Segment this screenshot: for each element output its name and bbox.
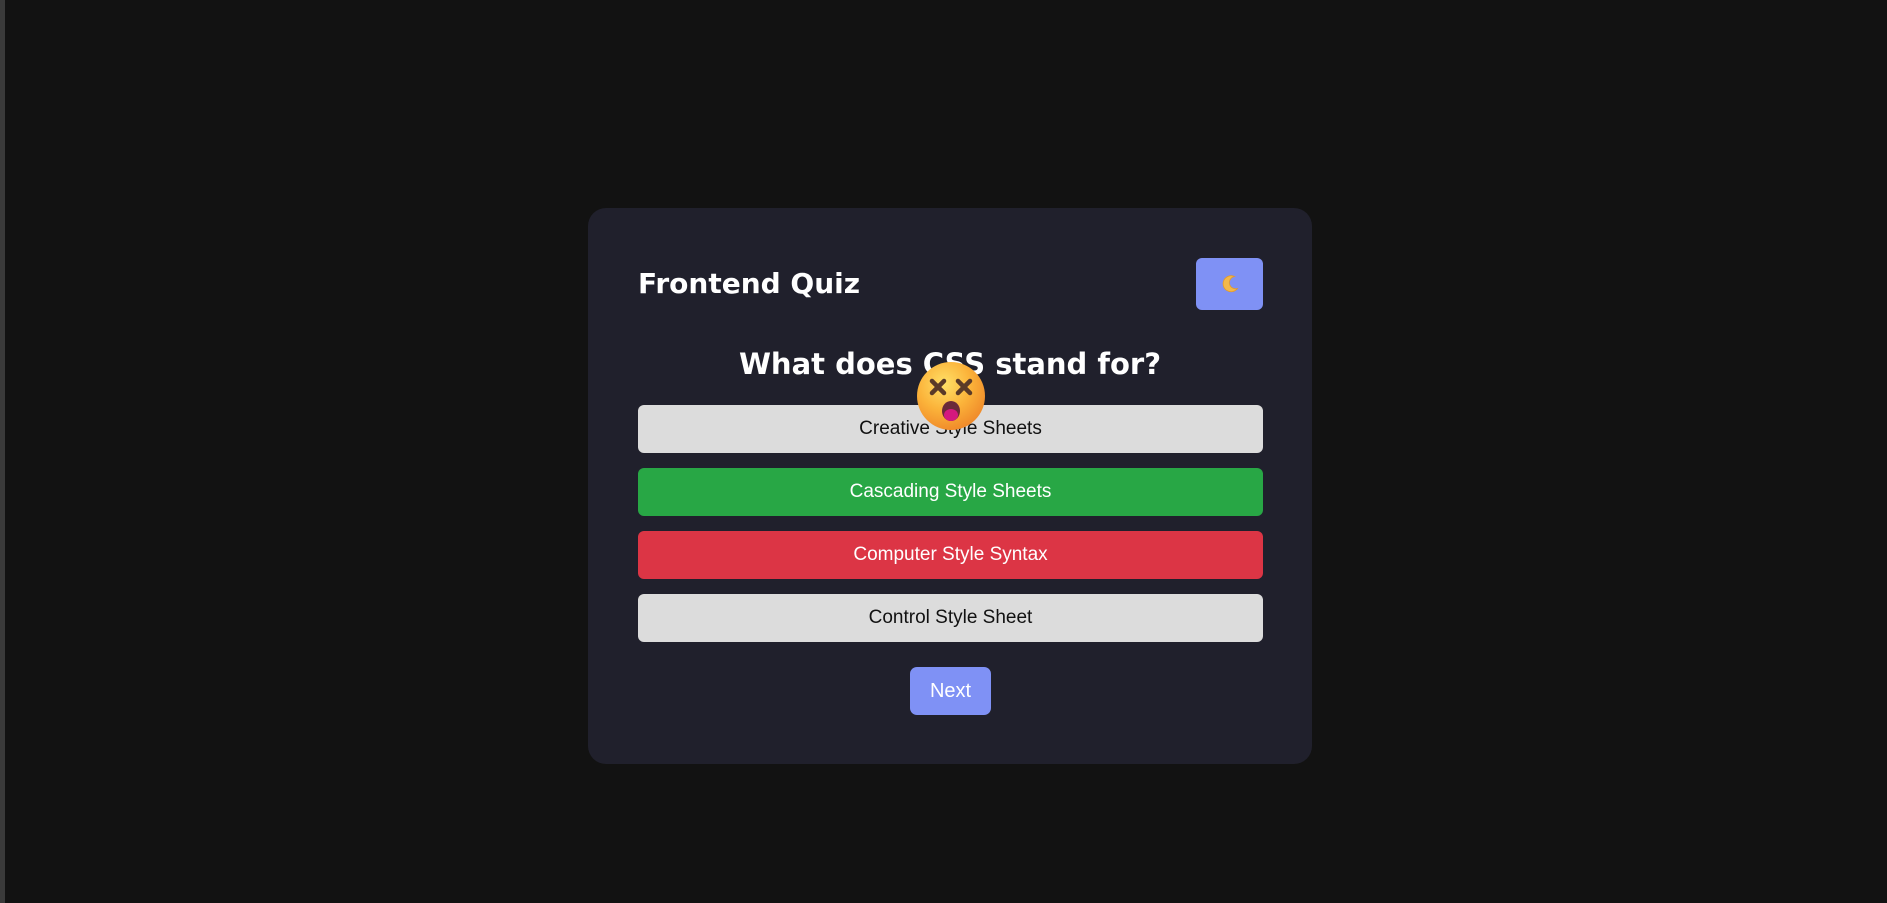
crescent-moon-icon <box>1222 275 1239 293</box>
theme-toggle-button[interactable] <box>1196 258 1263 310</box>
answer-option-2-correct[interactable]: Cascading Style Sheets <box>638 468 1263 516</box>
window-edge <box>0 0 5 903</box>
app-title: Frontend Quiz <box>638 267 861 300</box>
answer-option-4[interactable]: Control Style Sheet <box>638 594 1263 642</box>
quiz-card: Frontend Quiz What does CSS stand for? C… <box>588 208 1312 764</box>
quiz-header: Frontend Quiz <box>638 258 1263 310</box>
answer-option-3-wrong[interactable]: Computer Style Syntax <box>638 531 1263 579</box>
answer-options: Creative Style Sheets Cascading Style Sh… <box>638 405 1263 657</box>
answer-option-1[interactable]: Creative Style Sheets <box>638 405 1263 453</box>
next-button[interactable]: Next <box>910 667 991 715</box>
question-text: What does CSS stand for? <box>738 347 1162 381</box>
